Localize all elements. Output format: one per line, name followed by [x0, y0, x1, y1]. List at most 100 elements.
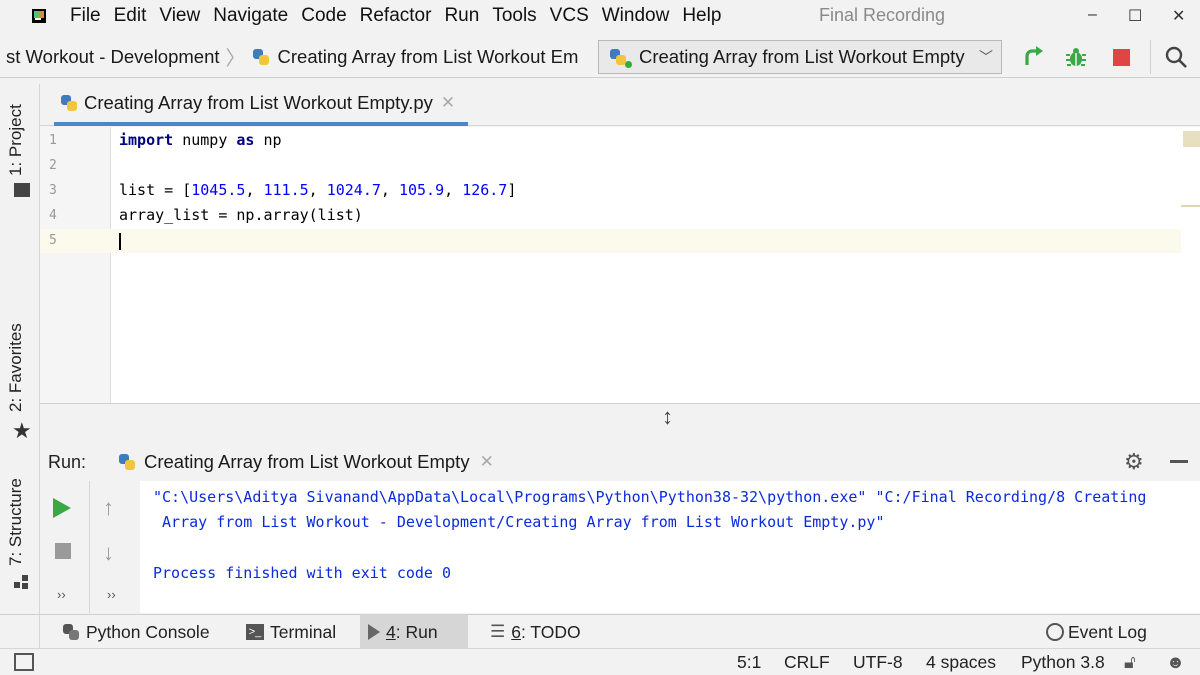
menu-refactor[interactable]: Refactor — [360, 5, 432, 27]
tab-terminal-label: Terminal — [270, 621, 337, 642]
python-file-icon — [60, 94, 78, 112]
search-everywhere-button[interactable] — [1163, 44, 1189, 70]
run-panel-header: Run: Creating Array from List Workout Em… — [40, 443, 1200, 481]
code-editor[interactable]: import numpy as np list = [1045.5, 111.5… — [111, 127, 1181, 403]
menu-run[interactable]: Run — [444, 5, 479, 27]
tab-run-label: : Run — [395, 621, 438, 642]
chevron-down-icon: ﹀ — [979, 49, 993, 65]
python-file-icon — [252, 48, 270, 66]
close-tab-icon[interactable]: ✕ — [441, 93, 455, 113]
editor-error-stripe[interactable] — [1181, 127, 1200, 403]
search-icon — [1165, 46, 1187, 68]
console-line: "C:\Users\Aditya Sivanand\AppData\Local\… — [153, 488, 1147, 506]
toggle-tool-windows-icon[interactable] — [14, 653, 34, 671]
toolbar-divider — [89, 481, 90, 613]
tool-window-structure[interactable]: 7: Structure — [6, 478, 26, 566]
close-tab-icon[interactable]: ✕ — [480, 452, 494, 472]
rerun-icon — [1025, 46, 1043, 65]
run-configuration-select[interactable]: Creating Array from List Workout Empty ﹀ — [598, 40, 1002, 74]
tab-python-console[interactable]: Python Console — [54, 615, 218, 649]
star-icon: ★ — [12, 418, 32, 443]
text-caret — [119, 233, 121, 250]
run-tab[interactable]: Creating Array from List Workout Empty ✕ — [118, 443, 494, 481]
run-icon[interactable] — [53, 498, 71, 518]
left-tool-strip: 1: Project ★ 2: Favorites 7: Structure — [0, 84, 40, 644]
breadcrumb-project[interactable]: st Workout - Development — [6, 46, 220, 68]
menu-navigate[interactable]: Navigate — [213, 5, 288, 27]
minimize-panel-icon[interactable] — [1170, 460, 1188, 463]
terminal-icon: >_ — [246, 624, 264, 640]
debug-button[interactable] — [1063, 44, 1089, 70]
indent-setting[interactable]: 4 spaces — [926, 652, 996, 673]
caret-position[interactable]: 5:1 — [737, 652, 761, 673]
tab-todo[interactable]: ☰ 6: TODO — [482, 615, 589, 649]
up-arrow-icon[interactable]: ↑ — [103, 495, 114, 521]
file-encoding[interactable]: UTF-8 — [853, 652, 903, 673]
line-number: 5 — [49, 233, 57, 248]
menu-vcs[interactable]: VCS — [550, 5, 589, 27]
python-interpreter[interactable]: Python 3.8 — [1021, 652, 1105, 673]
editor-tab-label: Creating Array from List Workout Empty.p… — [84, 92, 433, 113]
more-actions-icon[interactable]: ›› — [57, 587, 66, 602]
rerun-button[interactable] — [1020, 44, 1046, 70]
caret-line-highlight — [111, 229, 1181, 253]
left-strip-footer — [0, 614, 40, 648]
down-arrow-icon[interactable]: ↓ — [103, 540, 114, 566]
menu-window[interactable]: Window — [602, 5, 670, 27]
tab-event-log[interactable]: Event Log — [1038, 615, 1155, 649]
gear-icon[interactable]: ⚙ — [1124, 449, 1144, 475]
toolbar-divider — [1150, 40, 1151, 74]
tab-todo-number: 6 — [511, 621, 521, 642]
menu-view[interactable]: View — [159, 5, 200, 27]
menu-help[interactable]: Help — [682, 5, 721, 27]
panel-splitter[interactable]: ↕ — [40, 403, 1200, 443]
run-tab-label: Creating Array from List Workout Empty — [144, 451, 470, 472]
menu-edit[interactable]: Edit — [114, 5, 147, 27]
menu-code[interactable]: Code — [301, 5, 346, 27]
stop-button[interactable] — [1108, 44, 1134, 70]
editor-tab-bar: Creating Array from List Workout Empty.p… — [40, 84, 1200, 126]
stop-icon[interactable] — [55, 543, 71, 559]
tool-window-favorites[interactable]: 2: Favorites — [6, 323, 26, 412]
run-console-output[interactable]: "C:\Users\Aditya Sivanand\AppData\Local\… — [140, 481, 1200, 613]
window-title: Final Recording — [819, 5, 946, 25]
tool-window-project[interactable]: 1: Project — [6, 104, 26, 176]
tab-run[interactable]: 4: Run — [360, 615, 468, 649]
inspection-status-marker[interactable] — [1183, 131, 1200, 147]
hector-inspector-icon[interactable]: ☻ — [1166, 652, 1185, 673]
minimize-button[interactable]: – — [1088, 6, 1097, 24]
structure-icon — [14, 575, 28, 589]
menu-tools[interactable]: Tools — [492, 5, 536, 27]
status-bar: 5:1 CRLF UTF-8 4 spaces Python 3.8 🔓︎ ☻ — [0, 648, 1200, 675]
maximize-button[interactable]: ☐ — [1128, 6, 1142, 26]
run-configuration-label: Creating Array from List Workout Empty — [639, 46, 965, 67]
event-log-icon — [1046, 623, 1064, 641]
lock-icon[interactable]: 🔓︎ — [1124, 652, 1136, 673]
list-icon: ☰ — [490, 622, 506, 641]
code-line-4: array_list = np.array(list) — [119, 206, 363, 224]
line-number-gutter: 1 2 3 4 5 — [40, 127, 111, 403]
run-icon — [368, 624, 380, 640]
code-line-3: list = [1045.5, 111.5, 1024.7, 105.9, 12… — [119, 181, 517, 199]
close-window-button[interactable]: ✕ — [1172, 6, 1185, 26]
resize-vertical-icon[interactable]: ↕ — [662, 404, 673, 430]
line-number: 3 — [49, 183, 57, 198]
more-actions-icon[interactable]: ›› — [107, 587, 116, 602]
code-line-1: import numpy as np — [119, 131, 282, 149]
tab-event-log-label: Event Log — [1068, 621, 1147, 642]
bug-icon — [1066, 48, 1086, 66]
editor-tab-active[interactable]: Creating Array from List Workout Empty.p… — [54, 84, 468, 126]
menu-file[interactable]: File — [70, 5, 101, 27]
run-panel-title: Run: — [48, 451, 87, 472]
pycharm-logo-icon — [32, 9, 46, 23]
tab-terminal[interactable]: >_ Terminal — [238, 615, 344, 649]
breadcrumb-file[interactable]: Creating Array from List Workout Em — [278, 46, 579, 68]
caret-position-marker — [1181, 205, 1200, 207]
tab-run-number: 4 — [386, 621, 396, 642]
line-number: 2 — [49, 158, 57, 173]
menu-bar: File Edit View Navigate Code Refactor Ru… — [0, 0, 1200, 32]
running-indicator-icon — [625, 61, 632, 68]
line-separator[interactable]: CRLF — [784, 652, 830, 673]
stop-icon — [1112, 48, 1130, 66]
bottom-tool-tabs: Python Console >_ Terminal 4: Run ☰ 6: T… — [40, 614, 1200, 649]
